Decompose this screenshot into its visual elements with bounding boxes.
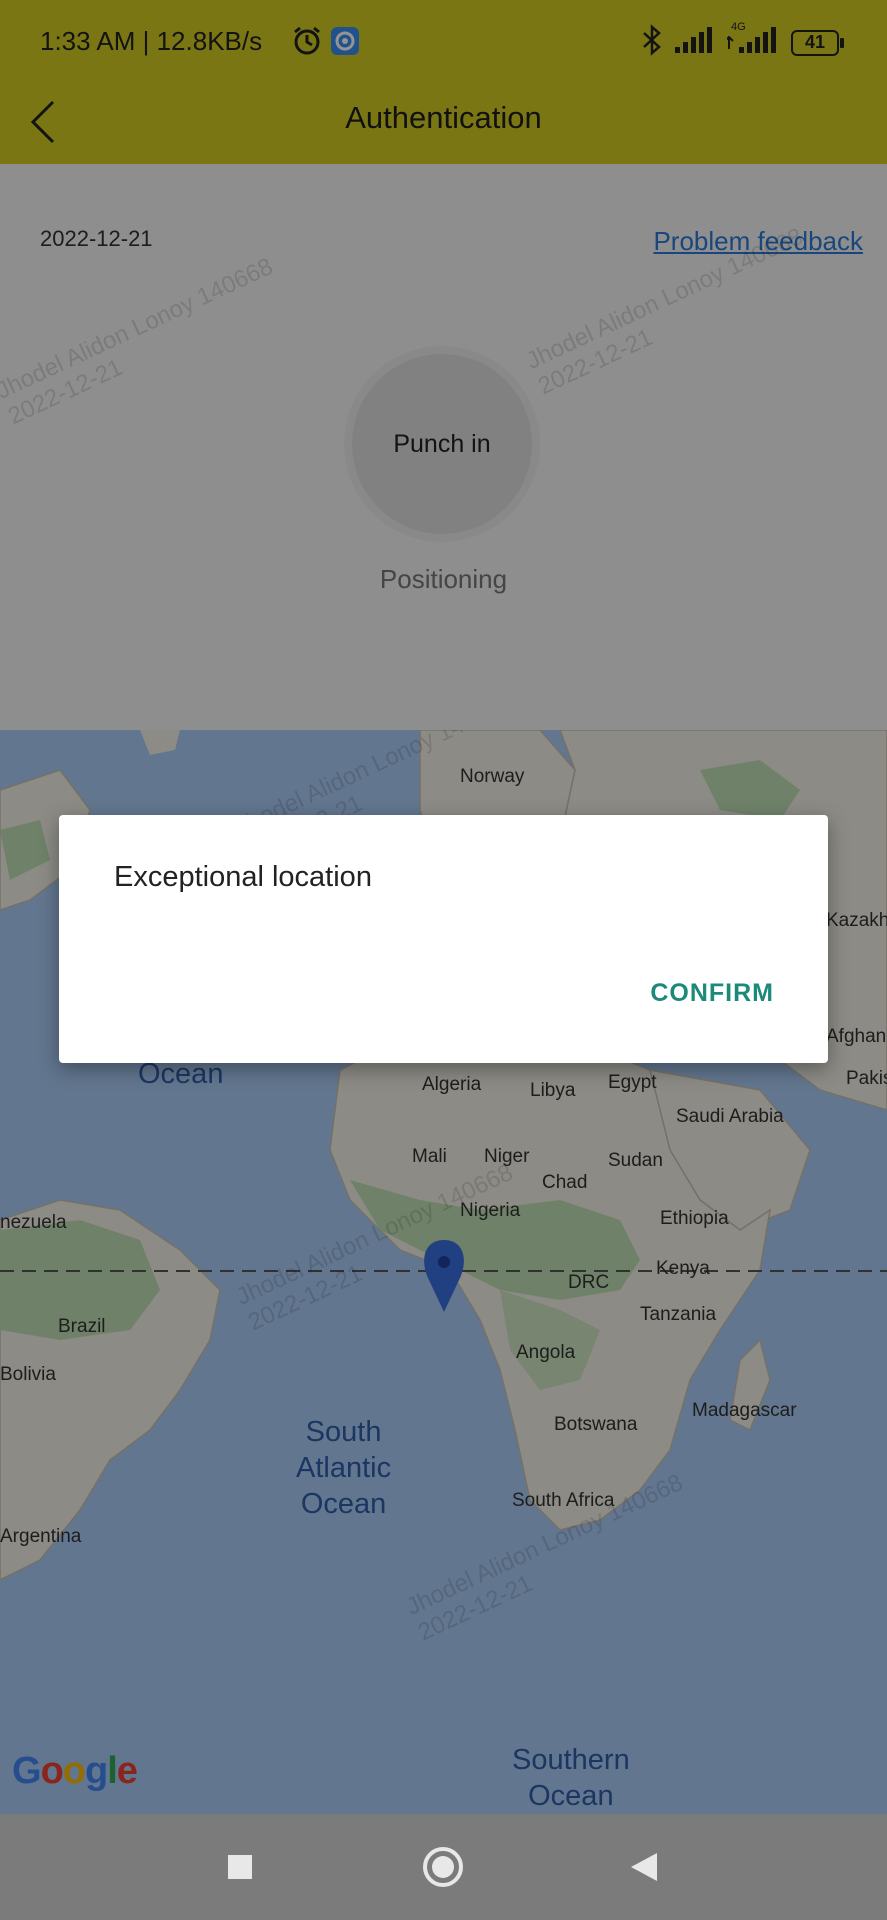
exceptional-location-dialog: Exceptional location CONFIRM bbox=[59, 815, 828, 1063]
square-icon bbox=[228, 1855, 252, 1879]
system-nav-bar bbox=[0, 1814, 887, 1920]
recent-apps-button[interactable] bbox=[200, 1814, 280, 1920]
home-button[interactable] bbox=[403, 1814, 483, 1920]
modal-scrim-top bbox=[0, 0, 887, 164]
confirm-button[interactable]: CONFIRM bbox=[650, 979, 774, 1008]
triangle-back-icon bbox=[631, 1853, 657, 1881]
back-nav-button[interactable] bbox=[604, 1814, 684, 1920]
dialog-title: Exceptional location bbox=[114, 861, 372, 893]
circle-icon bbox=[423, 1847, 463, 1887]
